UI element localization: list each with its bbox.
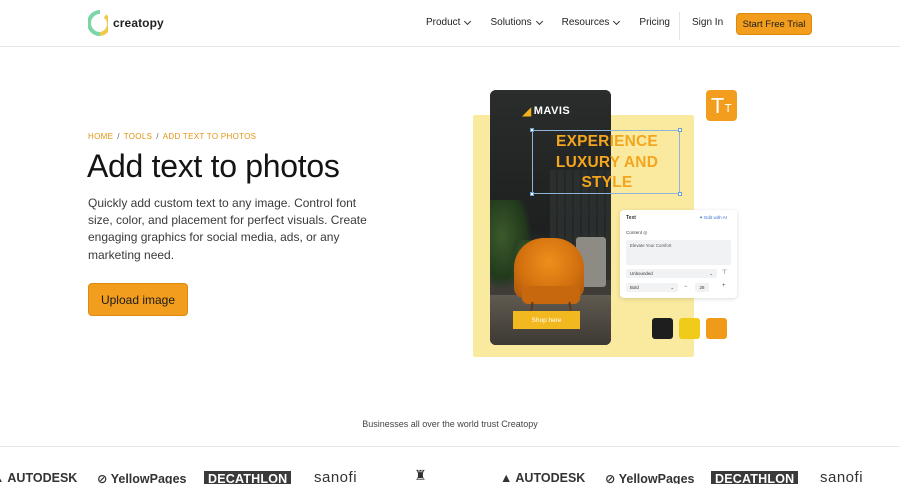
- text-editor-panel: Text ✦ Edit with AI Content ◎ Elevate Yo…: [620, 210, 737, 298]
- main-nav: Product Solutions Resources Pricing: [426, 17, 690, 28]
- editor-title: Text: [626, 215, 636, 221]
- autodesk-logo-text: AUTODESK: [515, 471, 586, 484]
- creatopy-logo-icon: [88, 10, 108, 36]
- chevron-down-icon: [613, 17, 621, 25]
- sanofi-logo: sanofi: [314, 469, 358, 484]
- yellowpages-logo: ⊘ YellowPages: [605, 472, 695, 484]
- yellowpages-logo: ⊘ YellowPages: [97, 472, 187, 484]
- nav-resources[interactable]: Resources: [561, 17, 621, 28]
- hero-description: Quickly add custom text to any image. Co…: [88, 196, 367, 262]
- preview-headline: EXPERIENCE LUXURY AND STYLE: [555, 133, 659, 191]
- content-textarea[interactable]: Elevate Your Comfort: [626, 240, 731, 265]
- resize-handle[interactable]: [678, 192, 682, 196]
- nav-resources-label: Resources: [561, 17, 610, 28]
- resize-handle[interactable]: [678, 128, 682, 132]
- breadcrumb: HOME / TOOLS / ADD TEXT TO PHOTOS: [88, 132, 256, 141]
- color-swatch-black[interactable]: [652, 318, 673, 339]
- phone-preview: ◢ MAVIS Shop here: [490, 90, 611, 345]
- autodesk-logo: ▲ AUTODESK: [500, 471, 586, 484]
- breadcrumb-tools[interactable]: TOOLS: [124, 132, 152, 141]
- nav-solutions-label: Solutions: [490, 17, 532, 28]
- color-swatch-orange[interactable]: [706, 318, 727, 339]
- decathlon-logo: DECATHLON: [204, 471, 292, 484]
- preview-brand: ◢ MAVIS: [522, 104, 570, 118]
- font-size-input[interactable]: 28: [695, 283, 709, 292]
- preview-shop-button: Shop here: [513, 311, 580, 329]
- crest-logo-icon: ♜: [414, 467, 427, 483]
- font-weight-value: Bold: [630, 285, 639, 290]
- chevron-down-icon: [464, 17, 472, 25]
- increase-size-button[interactable]: +: [722, 283, 726, 289]
- nav-pricing[interactable]: Pricing: [639, 17, 670, 28]
- upload-image-button[interactable]: Upload image: [88, 283, 188, 316]
- sparkle-icon: ✦: [699, 215, 703, 220]
- yellowpages-logo-text: YellowPages: [618, 472, 695, 484]
- resize-handle[interactable]: [530, 192, 534, 196]
- sanofi-logo: sanofi: [820, 469, 864, 484]
- font-family-value: Unbounded: [630, 271, 653, 276]
- client-logo-strip: ▲ AUTODESK ⊘ YellowPages DECATHLON sanof…: [0, 446, 900, 484]
- yellowpages-logo-text: YellowPages: [110, 472, 187, 484]
- mavis-logo-icon: ◢: [522, 104, 532, 118]
- trust-text: Businesses all over the world trust Crea…: [362, 419, 538, 429]
- page-title: Add text to photos: [87, 148, 340, 184]
- breadcrumb-home[interactable]: HOME: [88, 132, 113, 141]
- font-weight-select[interactable]: Bold ⌄: [626, 283, 678, 292]
- autodesk-logo-text: AUTODESK: [7, 471, 78, 484]
- nav-solutions[interactable]: Solutions: [490, 17, 543, 28]
- nav-product-label: Product: [426, 17, 461, 28]
- decrease-size-button[interactable]: −: [684, 284, 688, 290]
- decathlon-logo: DECATHLON: [711, 471, 799, 484]
- nav-product[interactable]: Product: [426, 17, 472, 28]
- edit-with-ai-button[interactable]: ✦ Edit with AI: [699, 215, 727, 221]
- logo-text: creatopy: [113, 16, 164, 30]
- edit-with-ai-label: Edit with AI: [704, 215, 727, 220]
- sign-in-link[interactable]: Sign In: [692, 17, 723, 28]
- start-free-trial-button[interactable]: Start Free Trial: [736, 13, 812, 35]
- text-align-icon[interactable]: ⊤: [722, 269, 727, 276]
- site-header: creatopy Product Solutions Resources Pri…: [0, 0, 900, 47]
- color-swatch-yellow[interactable]: [679, 318, 700, 339]
- chevron-down-icon: ⌄: [709, 271, 713, 276]
- content-label-text: Content: [626, 230, 643, 235]
- breadcrumb-current: ADD TEXT TO PHOTOS: [162, 132, 257, 141]
- breadcrumb-separator: /: [117, 132, 120, 141]
- resize-handle[interactable]: [530, 128, 534, 132]
- font-family-select[interactable]: Unbounded ⌄: [626, 269, 717, 278]
- preview-brand-name: MAVIS: [533, 105, 571, 117]
- nav-pricing-label: Pricing: [639, 17, 670, 28]
- chevron-down-icon: [535, 17, 543, 25]
- creatopy-logo[interactable]: creatopy: [88, 10, 164, 36]
- text-size-icon: TT: [706, 90, 737, 121]
- breadcrumb-separator: /: [156, 132, 159, 141]
- content-label: Content ◎: [626, 230, 647, 236]
- autodesk-logo: ▲ AUTODESK: [0, 471, 77, 484]
- chevron-down-icon: ⌄: [670, 285, 674, 290]
- nav-divider: [679, 12, 680, 40]
- info-icon: ◎: [643, 230, 648, 235]
